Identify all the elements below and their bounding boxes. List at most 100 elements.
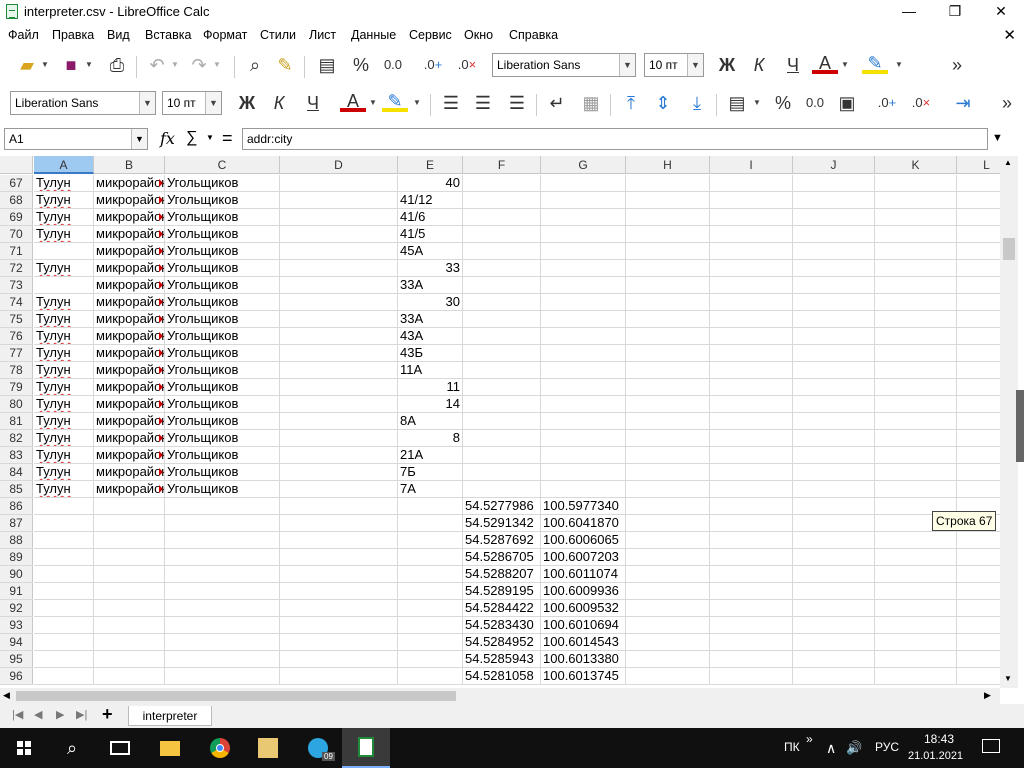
cell-c79[interactable]: Угольщиков [165,379,280,396]
cell-a69[interactable]: Тулун [34,209,94,226]
paint-app-icon[interactable] [244,728,292,768]
cell-f91[interactable]: 54.5289195 [463,583,541,600]
cell-c93[interactable] [165,617,280,634]
number-format-icon[interactable]: 0.0 [380,52,406,78]
redo-dropdown[interactable]: ▼ [212,52,222,78]
cell-h93[interactable] [626,617,710,634]
cell-l90[interactable] [957,566,1000,583]
align-bottom-icon[interactable]: ⤓ [684,90,710,116]
cell-a72[interactable]: Тулун [34,260,94,277]
cell-d86[interactable] [280,498,398,515]
font-size-combo[interactable]: 10 пт ▼ [644,53,704,77]
cell-g69[interactable] [541,209,626,226]
cell-b83[interactable]: микрорайон [94,447,165,464]
cell-d95[interactable] [280,651,398,668]
spreadsheet-grid[interactable]: A B C D E F G H I J K L 67 Тулун микрорайон Угольщиков 4… [0,156,1000,688]
cell-a83[interactable]: Тулун [34,447,94,464]
cell-b82[interactable]: микрорайон [94,430,165,447]
cell-b76[interactable]: микрорайон [94,328,165,345]
column-header-g[interactable]: G [541,156,626,174]
cell-f75[interactable] [463,311,541,328]
cell-c72[interactable]: Угольщиков [165,260,280,277]
cell-i96[interactable] [710,668,793,685]
cell-i87[interactable] [710,515,793,532]
row-header[interactable]: 69 [0,209,33,226]
row-header[interactable]: 95 [0,651,33,668]
cell-i69[interactable] [710,209,793,226]
cell-h80[interactable] [626,396,710,413]
menu-data[interactable]: Данные [351,28,396,42]
cell-d92[interactable] [280,600,398,617]
cell-l69[interactable] [957,209,1000,226]
underline-button-2[interactable]: Ч [300,90,326,116]
cell-e95[interactable] [398,651,463,668]
cell-b92[interactable] [94,600,165,617]
column-header-f[interactable]: F [463,156,541,174]
cell-h96[interactable] [626,668,710,685]
delete-decimal-icon[interactable]: .0× [908,90,934,116]
more-tools-icon[interactable]: » [944,52,970,78]
cell-l71[interactable] [957,243,1000,260]
cell-j94[interactable] [793,634,875,651]
cell-j83[interactable] [793,447,875,464]
currency-dropdown[interactable]: ▼ [752,90,762,116]
row-header[interactable]: 83 [0,447,33,464]
cell-j84[interactable] [793,464,875,481]
cell-f67[interactable] [463,175,541,192]
cell-l78[interactable] [957,362,1000,379]
cell-h85[interactable] [626,481,710,498]
cell-a93[interactable] [34,617,94,634]
align-top-icon[interactable]: ⤒ [618,90,644,116]
cell-j70[interactable] [793,226,875,243]
undo-icon[interactable]: ↶ [144,52,170,78]
cell-i86[interactable] [710,498,793,515]
cell-h82[interactable] [626,430,710,447]
cell-f81[interactable] [463,413,541,430]
cell-i93[interactable] [710,617,793,634]
scroll-up-icon[interactable]: ▲ [1004,158,1012,167]
cell-j76[interactable] [793,328,875,345]
cell-e86[interactable] [398,498,463,515]
cell-b94[interactable] [94,634,165,651]
cell-j85[interactable] [793,481,875,498]
font-size-combo-2[interactable]: 10 пт ▼ [162,91,222,115]
cell-d91[interactable] [280,583,398,600]
cell-b79[interactable]: микрорайон [94,379,165,396]
cell-f71[interactable] [463,243,541,260]
cell-c91[interactable] [165,583,280,600]
chrome-icon[interactable] [196,728,244,768]
cell-d69[interactable] [280,209,398,226]
cell-e71[interactable]: 45А [398,243,463,260]
cell-k72[interactable] [875,260,957,277]
cell-j79[interactable] [793,379,875,396]
column-header-j[interactable]: J [793,156,875,174]
function-wizard-icon[interactable]: fx [160,129,175,148]
cell-f90[interactable]: 54.5288207 [463,566,541,583]
cell-j92[interactable] [793,600,875,617]
cell-g75[interactable] [541,311,626,328]
row-header[interactable]: 85 [0,481,33,498]
column-header-d[interactable]: D [280,156,398,174]
cell-c73[interactable]: Угольщиков [165,277,280,294]
cell-a71[interactable] [34,243,94,260]
cell-f95[interactable]: 54.5285943 [463,651,541,668]
highlight-dropdown[interactable]: ▼ [894,52,904,78]
cell-g77[interactable] [541,345,626,362]
notification-icon[interactable] [982,739,1000,753]
currency-format-icon[interactable]: ▤ [724,90,750,116]
more-tools-icon-2[interactable]: » [994,90,1020,116]
cell-j72[interactable] [793,260,875,277]
cell-g85[interactable] [541,481,626,498]
cell-g72[interactable] [541,260,626,277]
row-header[interactable]: 93 [0,617,33,634]
cell-g68[interactable] [541,192,626,209]
cell-h70[interactable] [626,226,710,243]
cell-a88[interactable] [34,532,94,549]
cell-j69[interactable] [793,209,875,226]
cell-b69[interactable]: микрорайон [94,209,165,226]
cell-b87[interactable] [94,515,165,532]
cell-a79[interactable]: Тулун [34,379,94,396]
cell-b73[interactable]: микрорайон [94,277,165,294]
cell-k78[interactable] [875,362,957,379]
cell-e87[interactable] [398,515,463,532]
